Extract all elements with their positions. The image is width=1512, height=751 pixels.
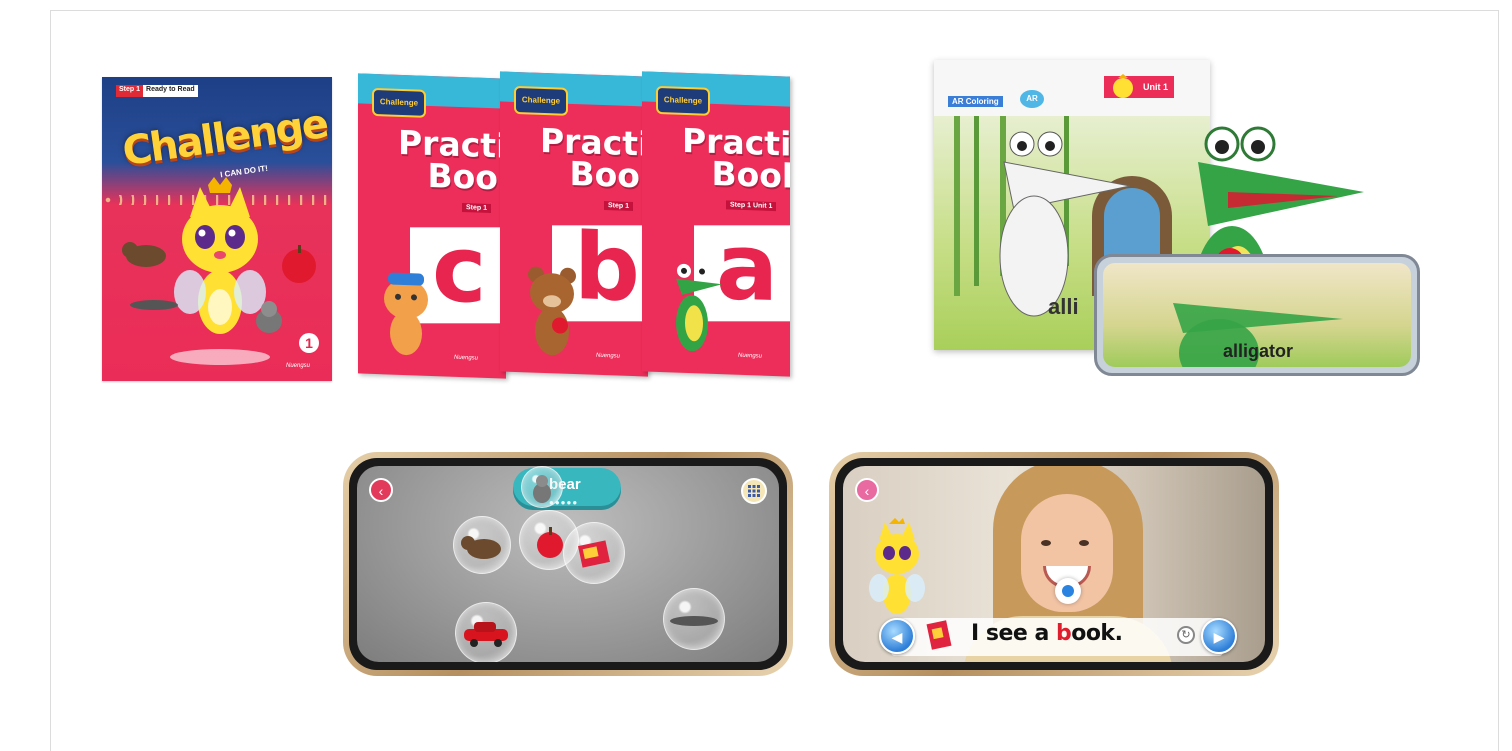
cat-mascot-icon: [869, 518, 925, 614]
bear-icon: [461, 536, 501, 559]
reading-sentence: I see a book.: [971, 621, 1123, 646]
title-line-2: Book: [569, 153, 648, 197]
brand-mark: Nuengsu: [596, 352, 621, 360]
publisher-logo: Nuengsu: [286, 363, 311, 369]
practice-book-title: Practice Book: [540, 121, 648, 197]
letter-glyph: c: [432, 215, 487, 324]
back-arrow-icon[interactable]: ‹: [369, 478, 393, 502]
letter-glyph: b: [574, 213, 640, 323]
ar-phone: alligator: [1094, 254, 1420, 376]
brand-mark: Nuengsu: [738, 352, 763, 360]
bubble-alligator[interactable]: [663, 588, 725, 650]
phone-bezel: ‹ bear ●●●●●: [349, 458, 787, 670]
bubble-cat[interactable]: [521, 466, 563, 508]
practice-book-c: Challenge Practice Book Step 1 c Nuengsu: [358, 73, 506, 379]
eye-right: [1079, 540, 1089, 546]
back-arrow-icon[interactable]: ‹: [855, 478, 879, 502]
step-badge: Step 1 Ready to Read: [116, 85, 198, 97]
ar-badge: AR: [1020, 90, 1044, 108]
challenge-logo: Challenge: [514, 85, 568, 116]
cat-character-icon: [384, 272, 428, 356]
next-arrow-icon[interactable]: ▶: [1201, 618, 1237, 654]
ar-sheet-word: alli: [1048, 294, 1079, 319]
bubble-bear[interactable]: [453, 516, 511, 574]
title-line-2: Book: [427, 155, 506, 199]
book-title: Challenge: [119, 100, 330, 176]
game-phone: ‹ bear ●●●●●: [343, 452, 793, 676]
cat-head-icon: [1113, 74, 1133, 98]
sentence-after: ook.: [1071, 621, 1123, 646]
book-level-number: 1: [299, 333, 319, 353]
alligator-icon: [130, 300, 178, 310]
apple-icon: [282, 245, 316, 283]
cat-mascot-icon: [170, 177, 270, 365]
replay-icon[interactable]: ↻: [1177, 626, 1195, 644]
prev-arrow-icon[interactable]: ◀: [879, 618, 915, 654]
challenge-logo: Challenge: [372, 87, 426, 118]
title-line-2: Book: [711, 153, 790, 197]
step-label: Step 1: [462, 203, 492, 214]
alligator-icon: [670, 616, 718, 626]
practice-book-b: Challenge Practice Book Step 1 b Nuengsu: [500, 71, 648, 377]
phone-bezel: ‹ ◀ I see a book. ↻ ▶: [835, 458, 1273, 670]
sentence-highlight: b: [1055, 621, 1072, 646]
challenge-logo: Challenge: [656, 85, 710, 116]
bubble-book[interactable]: [563, 522, 625, 584]
badge-step: Step 1: [116, 85, 144, 97]
game-screen: ‹ bear ●●●●●: [357, 466, 779, 662]
book-icon: [578, 540, 610, 568]
car-icon: [464, 622, 508, 647]
grid-menu-icon[interactable]: [741, 478, 767, 504]
step-label: Step 1: [604, 201, 634, 212]
ar-coloring-label: AR Coloring: [948, 96, 1003, 107]
practice-book-title: Practice Book: [398, 123, 506, 199]
bear-character-icon: [528, 266, 576, 356]
grid-dots-icon: [748, 485, 760, 497]
reading-screen: ‹ ◀ I see a book. ↻ ▶: [843, 466, 1265, 662]
cat-animal-icon: [533, 475, 551, 503]
practice-book-a: Challenge Practice Book Step 1 Unit 1 a …: [642, 71, 790, 377]
sentence-before: I see a: [971, 621, 1056, 646]
student-book-cover: Step 1 Ready to Read Challenge I CAN DO …: [102, 77, 332, 381]
ar-phone-word: alligator: [1223, 341, 1294, 361]
bubble-car[interactable]: [455, 602, 517, 662]
eye-left: [1041, 540, 1051, 546]
step-label: Step 1 Unit 1: [726, 200, 777, 212]
ar-phone-screen: alligator: [1103, 263, 1411, 367]
record-button[interactable]: [1055, 578, 1081, 604]
book-icon: [926, 620, 952, 650]
practice-book-title: Practice Book: [682, 121, 790, 197]
brand-mark: Nuengsu: [454, 354, 479, 362]
alligator-character-icon: [676, 263, 722, 352]
reading-phone: ‹ ◀ I see a book. ↻ ▶: [829, 452, 1279, 676]
cat-animal-icon: [256, 301, 282, 333]
badge-label: Ready to Read: [143, 85, 198, 97]
bear-icon: [122, 242, 166, 267]
